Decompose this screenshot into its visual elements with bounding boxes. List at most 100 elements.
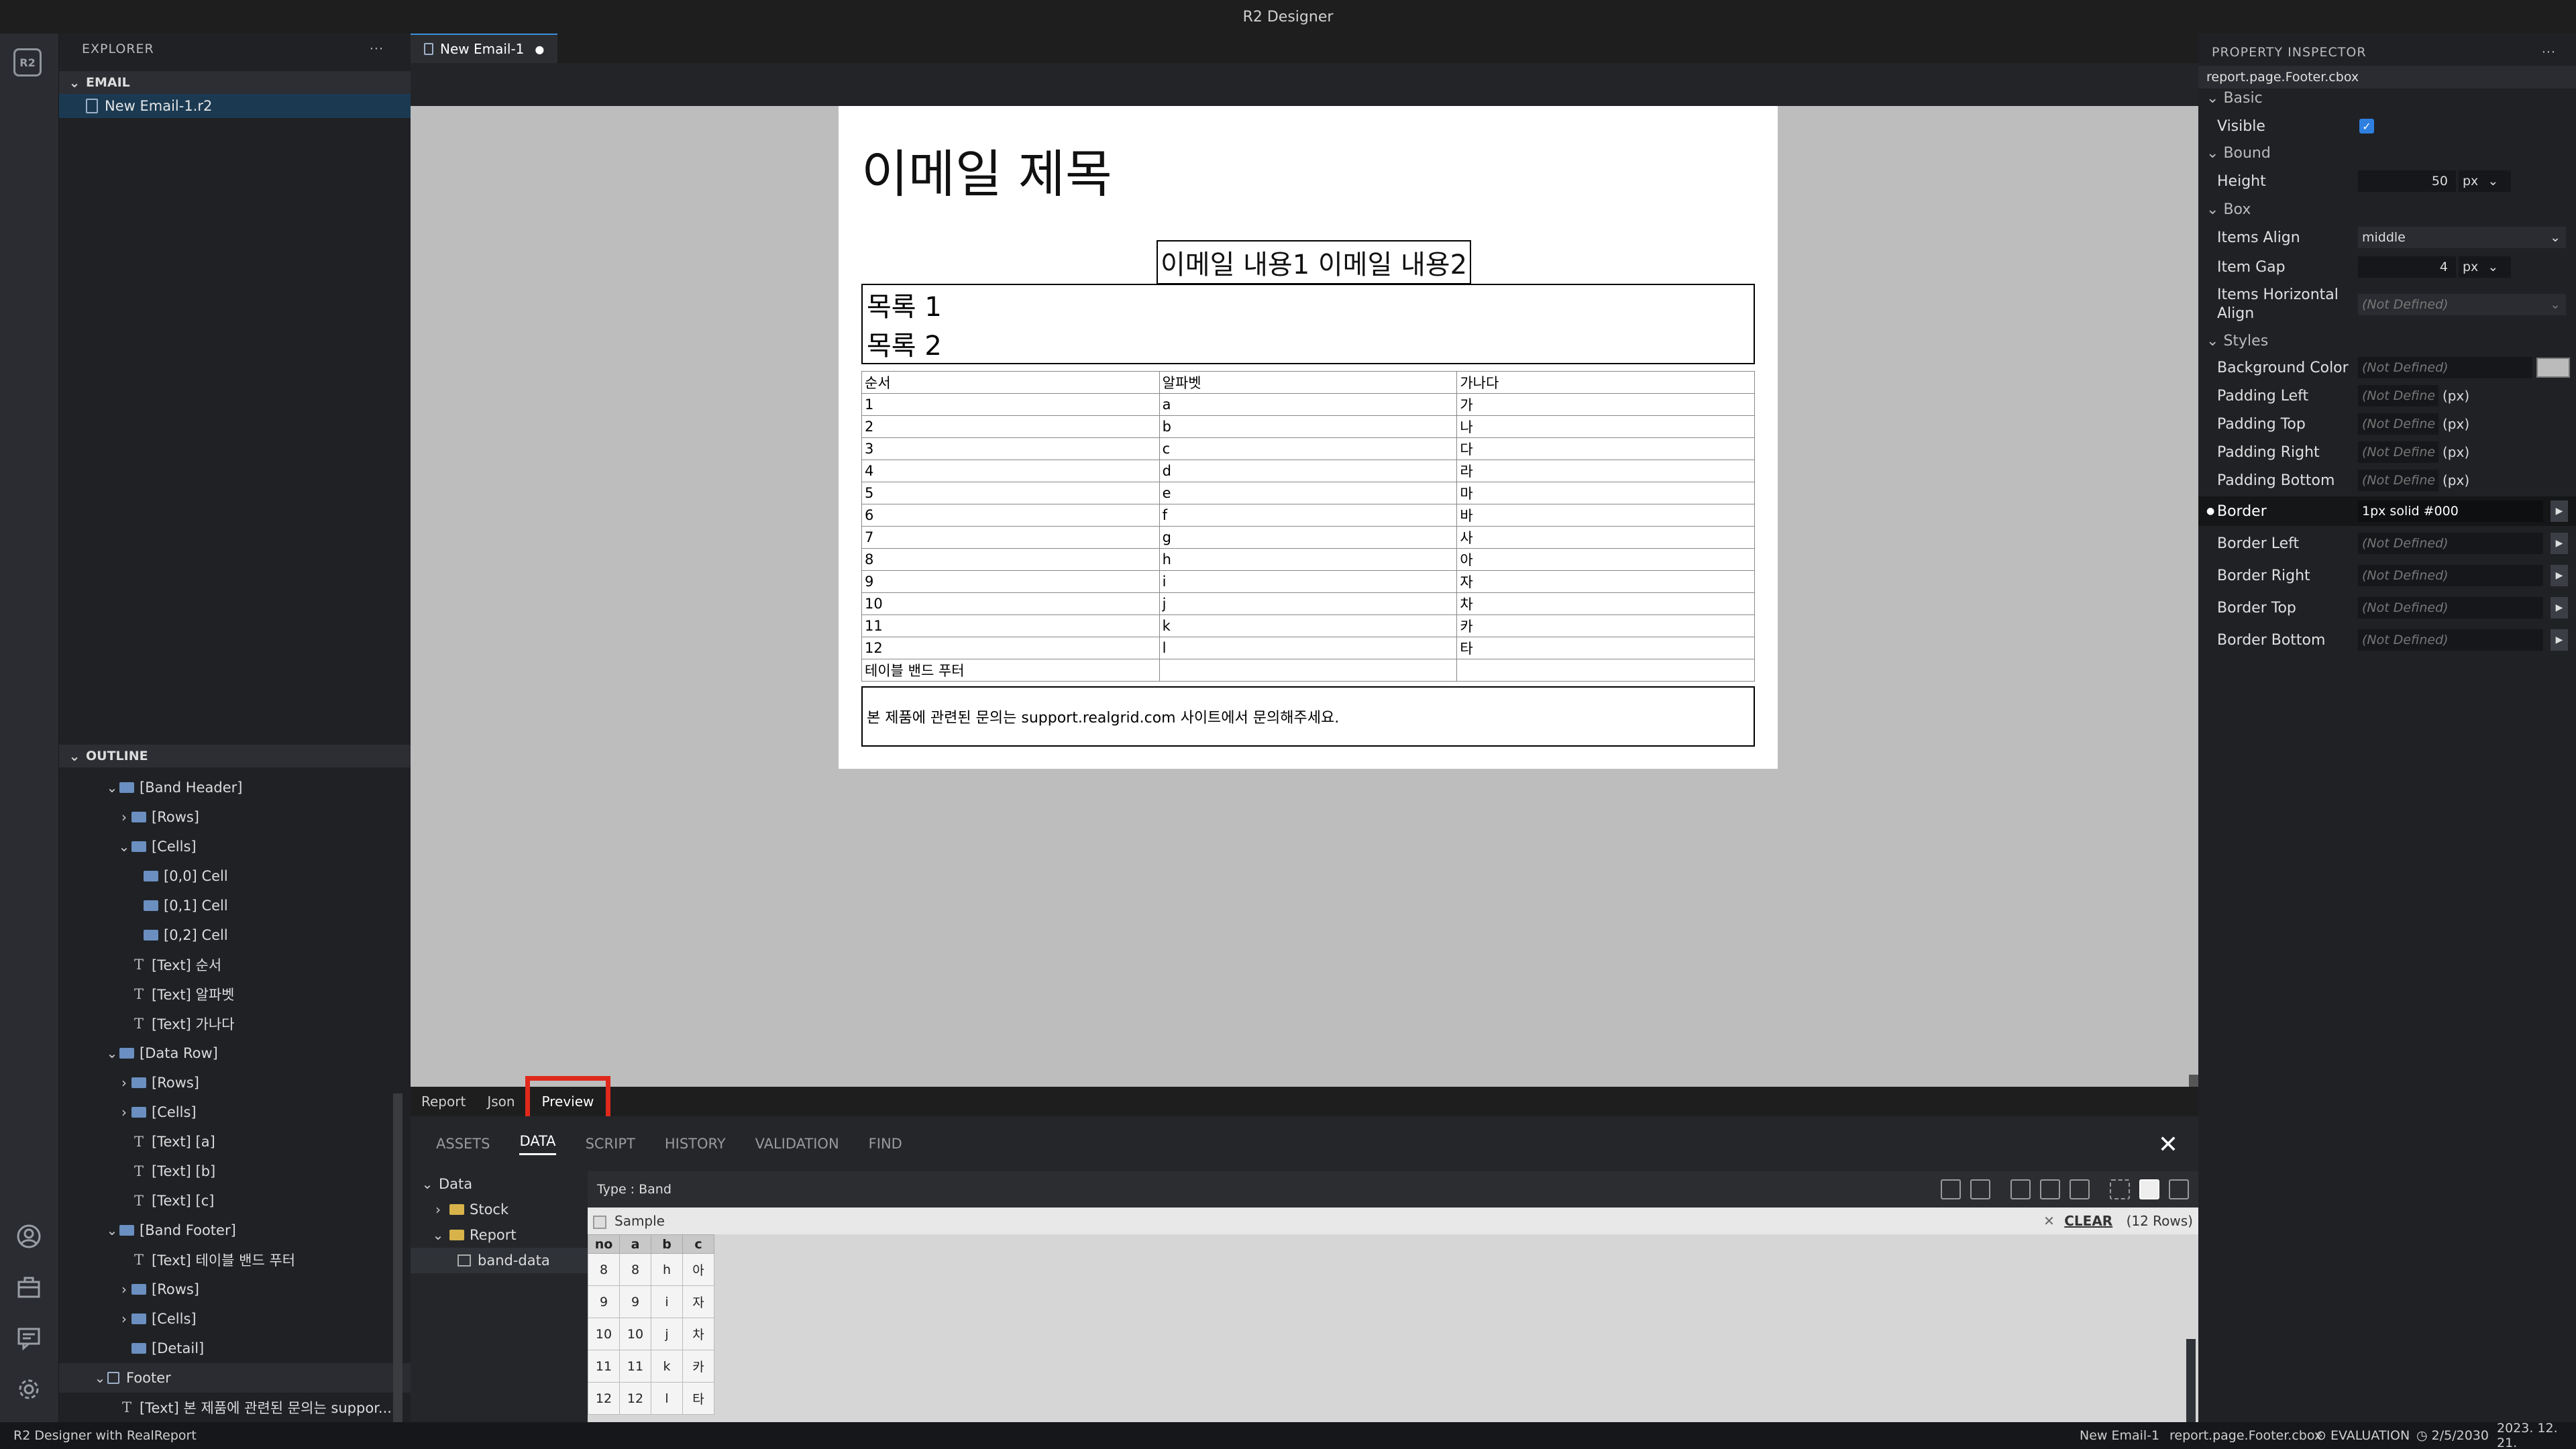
chevron-right-icon[interactable]: › bbox=[117, 1281, 131, 1297]
outline-item[interactable]: T [Text] 본 제품에 관련된 문의는 suppor... bbox=[59, 1393, 411, 1422]
border-top-input[interactable]: (Not Defined) bbox=[2358, 597, 2543, 619]
grid-scrollbar[interactable] bbox=[2186, 1339, 2196, 1422]
outline-item[interactable]: [0,0] Cell bbox=[59, 861, 411, 891]
chevron-down-icon[interactable]: ⌄ bbox=[105, 1222, 119, 1238]
grid-cell[interactable]: 타 bbox=[682, 1382, 714, 1415]
sample-toggle[interactable]: Sample bbox=[593, 1213, 665, 1229]
grid-cell[interactable]: l bbox=[651, 1382, 683, 1415]
grid-cell[interactable]: 카 bbox=[682, 1350, 714, 1383]
file-item-new-email[interactable]: New Email-1.r2 bbox=[59, 94, 411, 118]
grid-view-icon[interactable] bbox=[2139, 1179, 2159, 1199]
tree-item-data[interactable]: ⌄ Data bbox=[411, 1171, 588, 1197]
tab-json[interactable]: Json bbox=[476, 1087, 525, 1116]
outline-item[interactable]: T [Text] 순서 bbox=[59, 950, 411, 979]
grid-cell[interactable]: k bbox=[651, 1350, 683, 1383]
download-icon[interactable] bbox=[1970, 1179, 1990, 1199]
outline-item[interactable]: › [Rows] bbox=[59, 1068, 411, 1097]
padding-top-input[interactable]: (Not Define bbox=[2358, 413, 2438, 435]
grid-cell[interactable]: 아 bbox=[682, 1253, 714, 1286]
group-bound[interactable]: ⌄ Bound bbox=[2206, 145, 2271, 162]
items-h-align-select[interactable]: (Not Defined) ⌄ bbox=[2358, 294, 2566, 315]
feedback-icon[interactable] bbox=[13, 1323, 44, 1354]
outline-item[interactable]: T [Text] [a] bbox=[59, 1127, 411, 1157]
group-basic[interactable]: ⌄ Basic bbox=[2206, 90, 2263, 107]
chevron-right-icon[interactable]: › bbox=[117, 809, 131, 825]
outline-item[interactable]: [0,2] Cell bbox=[59, 920, 411, 950]
inspector-more-button[interactable]: ··· bbox=[2542, 45, 2556, 60]
grid-cell[interactable]: 9 bbox=[619, 1285, 651, 1318]
tab-new-email[interactable]: New Email-1 ● bbox=[411, 34, 558, 63]
outline-scrollbar[interactable] bbox=[393, 1093, 402, 1429]
chevron-down-icon[interactable]: ⌄ bbox=[93, 1370, 107, 1386]
grid-cell[interactable]: i bbox=[651, 1285, 683, 1318]
tab-report[interactable]: Report bbox=[411, 1087, 476, 1116]
explorer-more-button[interactable]: ··· bbox=[370, 42, 384, 56]
outline-item[interactable]: ⌄ [Cells] bbox=[59, 832, 411, 861]
json-view-icon[interactable] bbox=[2169, 1179, 2189, 1199]
grid-cell[interactable]: 자 bbox=[682, 1285, 714, 1318]
upload-icon[interactable] bbox=[1941, 1179, 1961, 1199]
outline-item[interactable]: › [Cells] bbox=[59, 1097, 411, 1127]
grid-cell[interactable]: 11 bbox=[588, 1350, 620, 1383]
outline-item[interactable]: T [Text] 테이블 밴드 푸터 bbox=[59, 1245, 411, 1275]
items-align-select[interactable]: middle ⌄ bbox=[2358, 227, 2566, 248]
outline-item[interactable]: › [Cells] bbox=[59, 1304, 411, 1334]
package-icon[interactable] bbox=[13, 1272, 44, 1303]
clear-x-icon[interactable]: ✕ bbox=[2043, 1213, 2055, 1229]
grid-cell[interactable]: 8 bbox=[588, 1253, 620, 1286]
outline-item[interactable]: ⌄ Footer bbox=[59, 1363, 411, 1393]
tree-view-icon[interactable] bbox=[2110, 1179, 2130, 1199]
tab-find[interactable]: FIND bbox=[869, 1136, 902, 1152]
outline-item[interactable]: T [Text] [b] bbox=[59, 1157, 411, 1186]
text-field-icon[interactable] bbox=[2010, 1179, 2031, 1199]
chevron-right-icon[interactable]: › bbox=[117, 1311, 131, 1327]
chevron-down-icon[interactable]: ⌄ bbox=[105, 780, 119, 796]
add-image-icon[interactable] bbox=[2070, 1179, 2090, 1199]
grid-cell[interactable]: 10 bbox=[619, 1318, 651, 1350]
tab-validation[interactable]: VALIDATION bbox=[755, 1136, 839, 1152]
tab-script[interactable]: SCRIPT bbox=[586, 1136, 635, 1152]
padding-bottom-input[interactable]: (Not Define bbox=[2358, 470, 2438, 491]
r2-logo-icon[interactable]: R2 bbox=[13, 48, 42, 76]
grid-column-header[interactable]: b bbox=[651, 1234, 683, 1254]
grid-cell[interactable]: 차 bbox=[682, 1318, 714, 1350]
chevron-down-icon[interactable]: ⌄ bbox=[117, 839, 131, 855]
border-bottom-input[interactable]: (Not Defined) bbox=[2358, 629, 2543, 651]
tab-data[interactable]: DATA bbox=[519, 1133, 556, 1155]
group-box[interactable]: ⌄ Box bbox=[2206, 201, 2251, 218]
border-top-expand-button[interactable]: ▶ bbox=[2551, 597, 2568, 619]
grid-cell[interactable]: j bbox=[651, 1318, 683, 1350]
outline-item[interactable]: › [Rows] bbox=[59, 1275, 411, 1304]
gear-icon[interactable] bbox=[13, 1374, 44, 1405]
tab-history[interactable]: HISTORY bbox=[665, 1136, 726, 1152]
unsaved-dot-icon[interactable]: ● bbox=[535, 43, 544, 56]
grid-column-header[interactable]: a bbox=[619, 1234, 651, 1254]
tab-assets[interactable]: ASSETS bbox=[436, 1136, 490, 1152]
outline-item[interactable]: › [Rows] bbox=[59, 802, 411, 832]
tree-item-report[interactable]: ⌄ Report bbox=[411, 1222, 588, 1248]
outline-item[interactable]: ⌄ [Band Footer] bbox=[59, 1216, 411, 1245]
outline-item[interactable]: [0,1] Cell bbox=[59, 891, 411, 920]
background-color-input[interactable]: (Not Defined) bbox=[2358, 357, 2532, 378]
outline-item[interactable]: [Detail] bbox=[59, 1334, 411, 1363]
tree-item-stock[interactable]: › Stock bbox=[411, 1197, 588, 1222]
grid-cell[interactable]: 9 bbox=[588, 1285, 620, 1318]
email-section-header[interactable]: ⌄ EMAIL bbox=[59, 71, 411, 94]
grid-column-header[interactable]: c bbox=[682, 1234, 714, 1254]
chevron-down-icon[interactable]: ⌄ bbox=[105, 1045, 119, 1061]
outline-item[interactable]: T [Text] 가나다 bbox=[59, 1009, 411, 1038]
edit-field-icon[interactable] bbox=[2040, 1179, 2060, 1199]
status-file[interactable]: New Email-1 bbox=[2080, 1428, 2159, 1443]
grid-cell[interactable]: 11 bbox=[619, 1350, 651, 1383]
grid-cell[interactable]: h bbox=[651, 1253, 683, 1286]
border-left-expand-button[interactable]: ▶ bbox=[2551, 533, 2568, 554]
group-styles[interactable]: ⌄ Styles bbox=[2206, 333, 2268, 350]
border-left-input[interactable]: (Not Defined) bbox=[2358, 533, 2543, 554]
account-icon[interactable] bbox=[13, 1221, 44, 1252]
grid-cell[interactable]: 10 bbox=[588, 1318, 620, 1350]
outline-item[interactable]: ⌄ [Data Row] bbox=[59, 1038, 411, 1068]
grid-cell[interactable]: 12 bbox=[619, 1382, 651, 1415]
sample-checkbox[interactable] bbox=[593, 1215, 606, 1229]
border-right-input[interactable]: (Not Defined) bbox=[2358, 565, 2543, 586]
border-input[interactable]: 1px solid #000 bbox=[2358, 500, 2543, 522]
